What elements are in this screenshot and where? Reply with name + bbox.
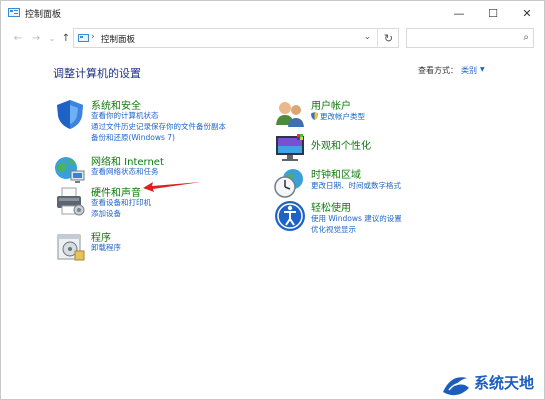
- link-devices-printers[interactable]: 查看设备和打印机: [91, 197, 151, 208]
- link-backup-restore[interactable]: 备份和还原(Windows 7): [91, 132, 175, 143]
- window-title: 控制面板: [25, 10, 62, 20]
- accessibility-icon: [275, 201, 305, 231]
- view-by-arrow-icon[interactable]: ▼: [480, 66, 485, 73]
- breadcrumb-control-panel[interactable]: 控制面板: [101, 33, 135, 45]
- link-file-history-backup[interactable]: 通过文件历史记录保存你的文件备份副本: [91, 121, 226, 132]
- category-ease-of-access: 轻松使用 使用 Windows 建议的设置 优化视觉显示: [273, 199, 473, 239]
- title-bar: 控制面板 — ☐ ✕: [1, 1, 544, 25]
- view-by-label: 查看方式：: [418, 66, 458, 75]
- maximize-button[interactable]: ☐: [476, 1, 510, 25]
- link-recommended-settings[interactable]: 使用 Windows 建议的设置: [311, 213, 402, 224]
- recent-locations-button[interactable]: ⌄: [45, 30, 59, 46]
- control-panel-icon: [78, 34, 89, 42]
- link-view-computer-status[interactable]: 查看你的计算机状态: [91, 110, 159, 121]
- category-appearance: 外观和个性化: [273, 131, 473, 161]
- up-button[interactable]: ↑: [59, 30, 73, 46]
- control-panel-window: 控制面板 — ☐ ✕ ← → ⌄ ↑ › 控制面板 ⌄ ↻ ⌕ 调整计算机的设置…: [0, 0, 545, 400]
- control-panel-app-icon: [8, 8, 20, 17]
- breadcrumb-separator: ›: [91, 32, 95, 42]
- refresh-button[interactable]: ↻: [377, 28, 399, 48]
- display-icon: [276, 134, 304, 161]
- category-system-security: 系统和安全 查看你的计算机状态 通过文件历史记录保存你的文件备份副本 备份和还原…: [53, 97, 253, 147]
- users-icon: [276, 102, 304, 127]
- shield-icon: [57, 100, 83, 129]
- programs-icon: [57, 234, 85, 261]
- printer-icon: [57, 187, 85, 216]
- view-by-dropdown[interactable]: 类别: [461, 65, 477, 76]
- search-input[interactable]: [409, 31, 518, 47]
- address-bar[interactable]: › 控制面板 ⌄: [73, 28, 399, 48]
- link-uninstall-program[interactable]: 卸载程序: [91, 242, 121, 253]
- link-text[interactable]: 更改帐户类型: [320, 112, 365, 121]
- address-dropdown-icon[interactable]: ⌄: [364, 32, 371, 41]
- forward-button[interactable]: →: [29, 30, 43, 46]
- category-clock-region: 时钟和区域 更改日期、时间或数字格式: [273, 166, 473, 198]
- back-button[interactable]: ←: [11, 30, 25, 46]
- link-network-status[interactable]: 查看网络状态和任务: [91, 166, 159, 177]
- category-title[interactable]: 时钟和区域: [311, 166, 361, 181]
- search-box[interactable]: ⌕: [406, 28, 534, 48]
- link-change-account-type[interactable]: 更改帐户类型: [311, 111, 365, 122]
- category-programs: 程序 卸载程序: [53, 229, 253, 261]
- category-user-accounts: 用户帐户 更改帐户类型: [273, 97, 473, 127]
- watermark-text: 系统天地: [474, 374, 535, 392]
- category-title[interactable]: 外观和个性化: [311, 137, 371, 152]
- category-title[interactable]: 用户帐户: [311, 97, 351, 112]
- network-globe-icon: [55, 157, 85, 183]
- close-button[interactable]: ✕: [510, 1, 544, 25]
- clock-globe-icon: [274, 169, 303, 198]
- link-optimize-visual-display[interactable]: 优化视觉显示: [311, 224, 356, 235]
- link-change-date-time[interactable]: 更改日期、时间或数字格式: [311, 180, 401, 191]
- link-add-device[interactable]: 添加设备: [91, 208, 121, 219]
- category-title[interactable]: 轻松使用: [311, 199, 351, 214]
- navigation-bar: ← → ⌄ ↑ › 控制面板 ⌄ ↻ ⌕: [1, 25, 544, 51]
- minimize-button[interactable]: —: [442, 1, 476, 25]
- uac-shield-icon: [311, 112, 318, 120]
- page-title: 调整计算机的设置: [53, 67, 141, 80]
- annotation-arrow-icon: [143, 182, 201, 192]
- search-icon[interactable]: ⌕: [523, 32, 529, 43]
